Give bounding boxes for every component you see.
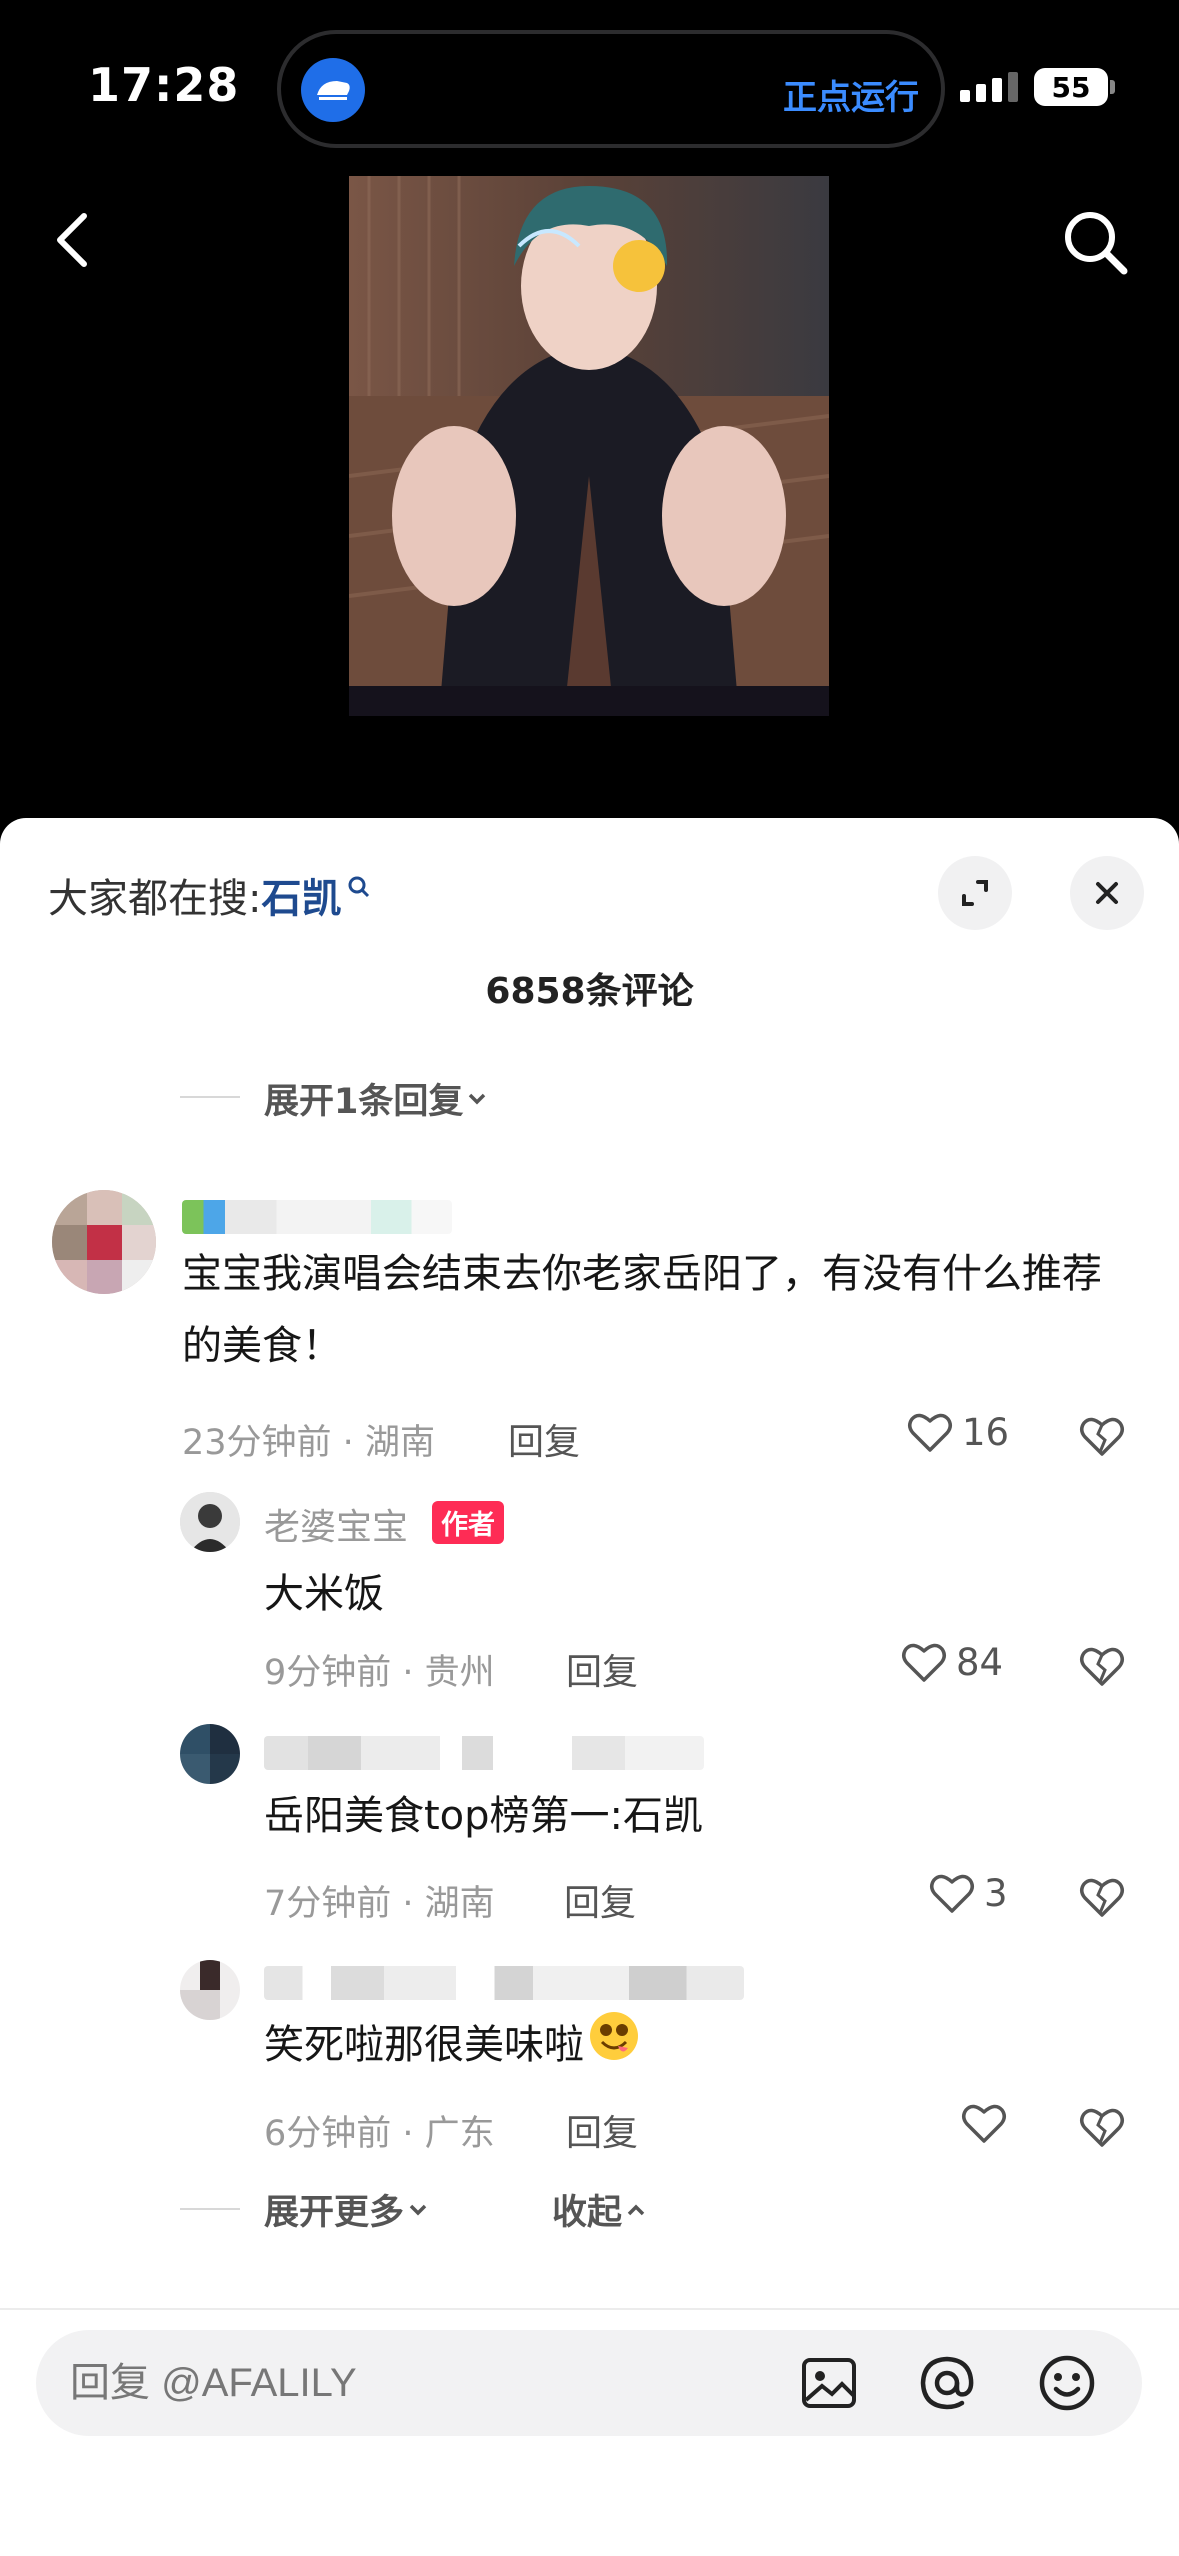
username-redacted[interactable] bbox=[182, 1200, 452, 1234]
reply-meta: 7分钟前 · 湖南 bbox=[264, 1884, 495, 1924]
comment-time: 23分钟前 bbox=[182, 1423, 332, 1463]
reply-time: 9分钟前 bbox=[264, 1653, 392, 1693]
small-search-icon bbox=[347, 863, 371, 909]
broken-heart-icon bbox=[1080, 1647, 1124, 1686]
chevron-down-icon bbox=[469, 1093, 486, 1104]
comment-text: 宝宝我演唱会结束去你老家岳阳了，有没有什么推荐的美食！ bbox=[182, 1251, 1102, 1369]
author-badge: 作者 bbox=[432, 1501, 504, 1544]
reply-input[interactable] bbox=[70, 2356, 750, 2410]
reply-text: 岳阳美食top榜第一:石凯 bbox=[264, 1793, 704, 1839]
battery-tip bbox=[1110, 80, 1115, 94]
reply-time: 6分钟前 bbox=[264, 2114, 392, 2154]
dislike-button[interactable] bbox=[1078, 2105, 1126, 2153]
dislike-button[interactable] bbox=[1078, 1414, 1126, 1462]
chevron-down-icon bbox=[409, 2204, 427, 2215]
avatar[interactable] bbox=[180, 1724, 240, 1784]
chevron-up-icon bbox=[627, 2204, 645, 2215]
broken-heart-icon bbox=[1080, 1878, 1124, 1917]
like-count: 3 bbox=[984, 1871, 1008, 1915]
reply-button[interactable]: 回复 bbox=[564, 1874, 636, 1926]
heart-icon bbox=[930, 1874, 974, 1913]
search-suggestion-keyword[interactable]: 石凯 bbox=[261, 866, 341, 924]
reply-button[interactable]: 回复 bbox=[508, 1413, 580, 1465]
like-count: 16 bbox=[962, 1410, 1010, 1454]
comment-meta: 23分钟前 · 湖南 bbox=[182, 1423, 435, 1463]
avatar[interactable] bbox=[180, 1960, 240, 2020]
battery-icon: 55 bbox=[1034, 68, 1108, 106]
reply-location: 贵州 bbox=[424, 1653, 495, 1693]
avatar[interactable] bbox=[52, 1190, 156, 1294]
username-redacted[interactable] bbox=[264, 1736, 704, 1770]
broken-heart-icon bbox=[1080, 1417, 1124, 1456]
yum-emoji-icon bbox=[588, 2010, 640, 2085]
expand-more-label: 展开更多 bbox=[264, 2193, 405, 2233]
dislike-button[interactable] bbox=[1078, 1644, 1126, 1692]
expand-icon[interactable] bbox=[938, 856, 1012, 930]
expand-more-button[interactable]: 展开更多 bbox=[264, 2184, 432, 2235]
heart-icon bbox=[902, 1643, 946, 1682]
like-button[interactable] bbox=[960, 2101, 1016, 2145]
collapse-label: 收起 bbox=[552, 2193, 623, 2233]
image-icon[interactable] bbox=[798, 2352, 860, 2414]
comment-location: 湖南 bbox=[364, 1423, 435, 1463]
reply-button[interactable]: 回复 bbox=[566, 1643, 638, 1695]
expand-replies-button[interactable]: 展开1条回复 bbox=[264, 1073, 491, 1124]
reply-username[interactable]: 老婆宝宝 bbox=[264, 1498, 408, 1550]
reply-text: 笑死啦那很美味啦 bbox=[264, 2022, 584, 2068]
dislike-button[interactable] bbox=[1078, 1875, 1126, 1923]
reply-meta: 9分钟前 · 贵州 bbox=[264, 1653, 495, 1693]
divider-line bbox=[180, 1096, 240, 1098]
train-app-icon bbox=[301, 58, 365, 122]
reply-meta: 6分钟前 · 广东 bbox=[264, 2114, 495, 2154]
search-icon[interactable] bbox=[1058, 205, 1134, 281]
reply-text: 大米饭 bbox=[264, 1571, 384, 1617]
input-divider bbox=[0, 2308, 1179, 2310]
like-button[interactable]: 16 bbox=[906, 1410, 1009, 1454]
close-icon[interactable] bbox=[1070, 856, 1144, 930]
comment-panel: 大家都在搜: 石凯 6858条评论 展开1条回复 宝宝我演唱会结束去你老家岳阳了… bbox=[0, 818, 1179, 2556]
back-arrow-icon[interactable] bbox=[40, 200, 104, 280]
search-suggestion[interactable]: 大家都在搜: 石凯 bbox=[48, 866, 371, 924]
username-redacted[interactable] bbox=[264, 1966, 744, 2000]
heart-icon bbox=[908, 1413, 952, 1452]
emoji-icon[interactable] bbox=[1036, 2352, 1098, 2414]
island-status-text: 正点运行 bbox=[783, 78, 919, 118]
like-button[interactable]: 3 bbox=[928, 1871, 1008, 1915]
video-thumbnail[interactable] bbox=[349, 176, 829, 716]
battery-level: 55 bbox=[1051, 70, 1091, 104]
status-time: 17:28 bbox=[88, 58, 240, 112]
divider-line bbox=[180, 2208, 240, 2210]
reply-text-row: 笑死啦那很美味啦 bbox=[264, 2009, 640, 2085]
broken-heart-icon bbox=[1080, 2108, 1124, 2147]
like-count: 84 bbox=[956, 1640, 1004, 1684]
like-button[interactable]: 84 bbox=[900, 1640, 1003, 1684]
heart-icon bbox=[962, 2104, 1006, 2143]
reply-button[interactable]: 回复 bbox=[566, 2104, 638, 2156]
reply-location: 广东 bbox=[424, 2114, 495, 2154]
reply-location: 湖南 bbox=[424, 1884, 495, 1924]
avatar[interactable] bbox=[180, 1492, 240, 1552]
at-icon[interactable] bbox=[916, 2352, 978, 2414]
reply-time: 7分钟前 bbox=[264, 1884, 392, 1924]
signal-icon bbox=[960, 72, 1018, 102]
comment-count: 6858条评论 bbox=[485, 971, 694, 1012]
collapse-button[interactable]: 收起 bbox=[552, 2184, 650, 2235]
search-suggestion-prefix: 大家都在搜: bbox=[48, 876, 262, 922]
reply-input-bar[interactable] bbox=[36, 2330, 1142, 2436]
expand-replies-label: 展开1条回复 bbox=[264, 1082, 464, 1122]
dynamic-island[interactable]: 正点运行 bbox=[277, 30, 945, 148]
